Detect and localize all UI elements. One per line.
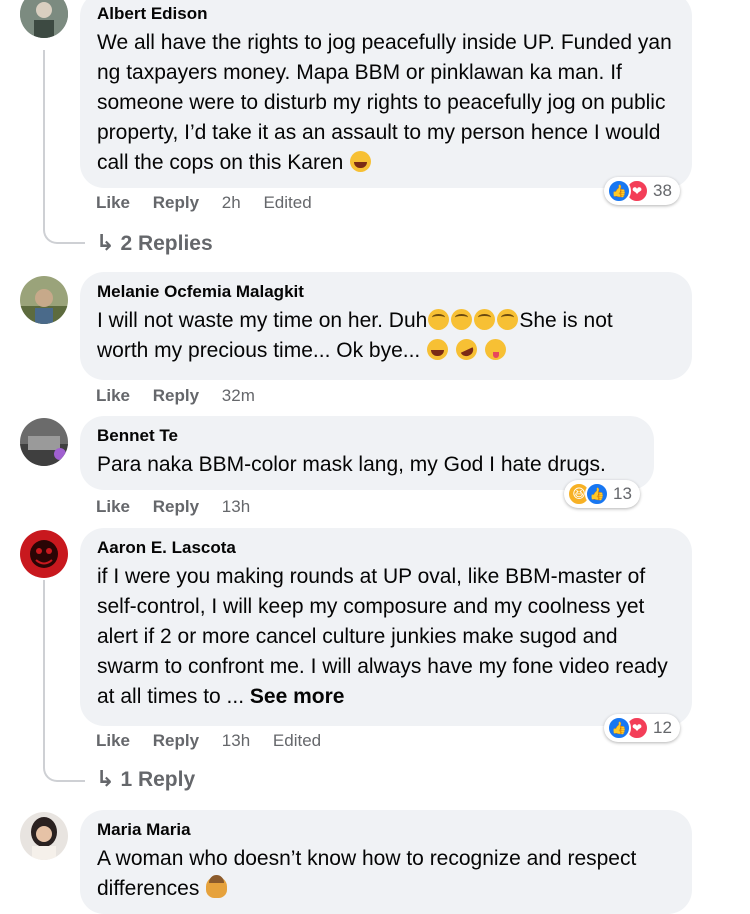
avatar-image	[20, 418, 68, 466]
thread-connector-curve	[43, 226, 85, 244]
like-reaction-icon: 👍	[607, 716, 631, 740]
avatar-image	[20, 530, 68, 578]
view-replies-link[interactable]: ↳ 2 Replies	[96, 230, 213, 256]
edited-label: Edited	[263, 193, 312, 212]
comment-timestamp[interactable]: 2h	[222, 193, 241, 213]
reaction-summary[interactable]: 👍 ❤ 38	[604, 177, 680, 205]
comment-text: I will not waste my time on her. Duh She …	[97, 309, 613, 364]
avatar[interactable]	[20, 276, 68, 324]
reaction-count: 12	[653, 718, 672, 737]
avatar-image	[20, 0, 68, 38]
replies-count-label: 1 Reply	[120, 768, 196, 791]
reaction-count: 38	[653, 181, 672, 200]
comment-author[interactable]: Maria Maria	[97, 820, 674, 840]
avatar[interactable]	[20, 812, 68, 860]
comment-timestamp[interactable]: 13h	[222, 497, 250, 517]
see-more-link[interactable]: See more	[250, 685, 345, 708]
comment-bubble: Albert Edison We all have the rights to …	[80, 0, 692, 188]
facepalm-emoji-icon	[206, 875, 228, 898]
comment-bubble: Melanie Ocfemia Malagkit I will not wast…	[80, 272, 692, 380]
rolling-eyes-emoji-icon	[428, 309, 450, 330]
comment-bubble: Aaron E. Lascota if I were you making ro…	[80, 528, 692, 726]
comment-text: A woman who doesn’t know how to recogniz…	[97, 847, 637, 900]
reaction-summary[interactable]: 😆 👍 13	[564, 480, 640, 508]
reply-button[interactable]: Reply	[153, 497, 199, 517]
reaction-count: 13	[613, 484, 632, 503]
comment-actions: Like Reply 32m	[96, 386, 273, 406]
like-button[interactable]: Like	[96, 731, 130, 751]
thread-connector	[43, 580, 45, 764]
reply-button[interactable]: Reply	[153, 731, 199, 751]
comment-author[interactable]: Melanie Ocfemia Malagkit	[97, 282, 674, 302]
rolling-eyes-emoji-icon	[497, 309, 519, 330]
like-button[interactable]: Like	[96, 386, 130, 406]
avatar-image	[20, 276, 68, 324]
edited-label: Edited	[272, 731, 322, 750]
avatar-image	[20, 812, 68, 860]
reply-arrow-icon: ↳	[96, 230, 115, 255]
comment-timestamp[interactable]: 32m	[222, 386, 255, 406]
laughing-emoji-icon	[427, 339, 449, 360]
grinning-emoji-icon	[350, 151, 372, 172]
avatar[interactable]	[20, 530, 68, 578]
rofl-emoji-icon	[452, 335, 481, 364]
reaction-summary[interactable]: 👍 ❤ 12	[604, 714, 680, 742]
reply-arrow-icon: ↳	[96, 766, 115, 791]
reply-button[interactable]: Reply	[153, 193, 199, 213]
replies-count-label: 2 Replies	[120, 232, 213, 255]
comment-timestamp[interactable]: 13h	[222, 731, 250, 751]
like-reaction-icon: 👍	[585, 482, 609, 506]
comment-actions: Like Reply 2h Edited	[96, 193, 330, 213]
comment-thread: Albert Edison We all have the rights to …	[0, 0, 750, 914]
comment-text: We all have the rights to jog peacefully…	[97, 31, 672, 174]
avatar[interactable]	[20, 0, 68, 38]
comment-actions: Like Reply 13h	[96, 497, 268, 517]
reply-button[interactable]: Reply	[153, 386, 199, 406]
winking-tongue-emoji-icon	[484, 339, 506, 360]
thread-connector-curve	[43, 764, 85, 782]
like-reaction-icon: 👍	[607, 179, 631, 203]
comment-bubble: Bennet Te Para naka BBM-color mask lang,…	[80, 416, 654, 490]
rolling-eyes-emoji-icon	[451, 309, 473, 330]
view-replies-link[interactable]: ↳ 1 Reply	[96, 766, 195, 792]
comment-author[interactable]: Aaron E. Lascota	[97, 538, 674, 558]
like-button[interactable]: Like	[96, 193, 130, 213]
avatar[interactable]	[20, 418, 68, 466]
comment-author[interactable]: Albert Edison	[97, 4, 674, 24]
comment-author[interactable]: Bennet Te	[97, 426, 636, 446]
thread-connector	[43, 50, 45, 226]
comment-actions: Like Reply 13h Edited	[96, 731, 339, 751]
comment-text: if I were you making rounds at UP oval, …	[97, 565, 668, 708]
comment-text: Para naka BBM-color mask lang, my God I …	[97, 453, 606, 476]
rolling-eyes-emoji-icon	[474, 309, 496, 330]
comment-bubble: Maria Maria A woman who doesn’t know how…	[80, 810, 692, 914]
like-button[interactable]: Like	[96, 497, 130, 517]
